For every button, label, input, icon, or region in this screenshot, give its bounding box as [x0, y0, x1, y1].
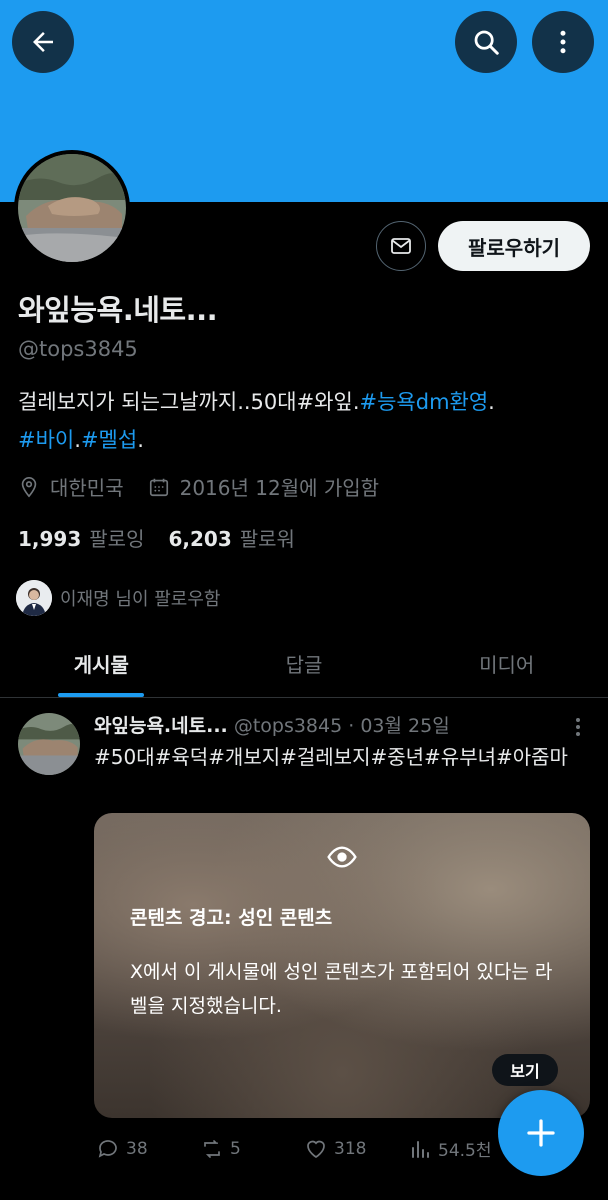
hashtag-link[interactable]: #능욕dm환영	[360, 390, 489, 414]
back-button[interactable]	[12, 11, 74, 73]
views-chart-icon	[412, 1140, 429, 1158]
post-handle-date: @tops3845 · 03월 25일	[233, 715, 450, 737]
like-button[interactable]: 318	[304, 1136, 408, 1161]
profile-handle: @tops3845	[18, 337, 138, 361]
post-actions: 38 5 318 54.5천	[96, 1136, 516, 1161]
follow-stats: 1,993 팔로잉 6,203 팔로워	[18, 523, 295, 552]
hashtag-link[interactable]: #바이	[18, 428, 74, 452]
followers-count: 6,203	[168, 527, 232, 551]
joined-date: 2016년 12월에 가입함	[179, 476, 380, 500]
views-count: 54.5천	[438, 1141, 492, 1161]
following-count: 1,993	[18, 527, 82, 551]
reply-count: 38	[126, 1138, 148, 1159]
arrow-left-icon	[33, 32, 53, 52]
post-header: 와잎능욕.네토... @tops3845 · 03월 25일	[94, 711, 450, 738]
warning-title: 콘텐츠 경고: 성인 콘텐츠	[130, 907, 333, 929]
search-button[interactable]	[455, 11, 517, 73]
reply-button[interactable]: 38	[96, 1136, 200, 1161]
tab-replies[interactable]: 답글	[203, 630, 406, 697]
profile-tabs: 게시물 답글 미디어	[0, 630, 608, 698]
post-author-name[interactable]: 와잎능욕.네토...	[94, 715, 228, 737]
followed-by-text: 이재명 님이 팔로우함	[60, 589, 221, 610]
repost-button[interactable]: 5	[200, 1136, 304, 1161]
more-button[interactable]	[532, 11, 594, 73]
sensitive-media[interactable]: 콘텐츠 경고: 성인 콘텐츠 X에서 이 게시물에 성인 콘텐츠가 포함되어 있…	[94, 813, 590, 1118]
bio-punct: .	[137, 428, 144, 452]
location-pin-icon	[21, 476, 37, 497]
bio-punct: .	[488, 390, 495, 414]
search-icon	[474, 30, 499, 55]
reply-icon	[98, 1139, 117, 1158]
bio-punct: .	[74, 428, 81, 452]
tab-media[interactable]: 미디어	[405, 630, 608, 697]
post-text: #50대#육덕#개보지#걸레보지#중년#유부녀#아줌마	[94, 745, 568, 769]
profile-meta: 대한민국 2016년 12월에 가입함	[18, 472, 379, 501]
location-text: 대한민국	[50, 476, 124, 500]
followed-by[interactable]: 이재명 님이 팔로우함	[16, 580, 220, 616]
post-avatar[interactable]	[18, 713, 80, 775]
eye-icon	[327, 846, 357, 868]
more-vertical-icon	[560, 30, 566, 54]
follow-button[interactable]: 팔로우하기	[438, 221, 590, 271]
profile-display-name: 와잎능욕.네토...	[18, 293, 218, 327]
more-vertical-icon[interactable]	[568, 715, 588, 739]
repost-icon	[204, 1139, 224, 1158]
following-link[interactable]: 1,993 팔로잉	[18, 523, 144, 552]
avatar	[16, 580, 52, 616]
hashtag-link[interactable]: #멜섭	[81, 428, 137, 452]
followers-label: 팔로워	[239, 527, 295, 551]
bio-text: 걸레보지가 되는그날까지..50대#와잎.	[18, 390, 360, 414]
following-label: 팔로잉	[89, 527, 145, 551]
like-count: 318	[334, 1138, 367, 1159]
profile-avatar[interactable]	[14, 150, 130, 266]
envelope-icon	[391, 238, 411, 254]
show-button[interactable]: 보기	[492, 1054, 558, 1086]
tab-posts[interactable]: 게시물	[0, 630, 203, 697]
message-button[interactable]	[376, 221, 426, 271]
profile-bio: 걸레보지가 되는그날까지..50대#와잎.#능욕dm환영. #바이.#멜섭.	[18, 383, 588, 459]
plus-icon	[527, 1119, 555, 1147]
followers-link[interactable]: 6,203 팔로워	[168, 523, 294, 552]
warning-description: X에서 이 게시물에 성인 콘텐츠가 포함되어 있다는 라벨을 지정했습니다.	[130, 961, 553, 1017]
repost-count: 5	[230, 1138, 241, 1159]
calendar-icon	[149, 478, 168, 496]
heart-icon	[307, 1140, 325, 1158]
compose-button[interactable]	[498, 1090, 584, 1176]
views-button[interactable]: 54.5천	[408, 1136, 492, 1161]
